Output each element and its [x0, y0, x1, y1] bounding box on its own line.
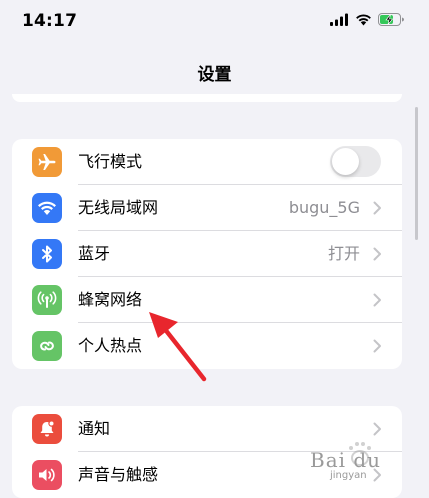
- bluetooth-icon: [32, 239, 62, 269]
- notifications-icon: [32, 414, 62, 444]
- previous-group-edge: [12, 94, 402, 102]
- cellular-signal-icon: [330, 13, 348, 26]
- watermark-text: Bai du: [310, 448, 382, 472]
- personal-hotspot-icon: [32, 331, 62, 361]
- status-icons: [330, 13, 405, 26]
- cellular-antenna-icon: [32, 285, 62, 315]
- settings-row-wifi[interactable]: 无线局域网 bugu_5G: [12, 185, 402, 231]
- notifications-label: 通知: [78, 419, 111, 438]
- sounds-haptics-label: 声音与触感: [78, 465, 159, 484]
- wifi-icon: [356, 14, 371, 26]
- scroll-indicator[interactable]: [415, 107, 418, 240]
- bluetooth-status-value: 打开: [327, 244, 360, 263]
- bluetooth-label: 蓝牙: [78, 244, 111, 263]
- page-title: 设置: [197, 65, 232, 85]
- toggle-knob: [332, 148, 359, 175]
- personal-hotspot-label: 个人热点: [78, 336, 143, 355]
- wifi-label: 无线局域网: [78, 198, 159, 217]
- chevron-right-icon: [373, 422, 381, 436]
- cellular-label: 蜂窝网络: [78, 290, 143, 309]
- settings-row-airplane-mode[interactable]: 飞行模式: [12, 139, 402, 185]
- status-time: 14:17: [22, 11, 78, 31]
- chevron-right-icon: [373, 293, 381, 307]
- watermark-subtext: jingyan: [330, 470, 367, 481]
- airplane-mode-label: 飞行模式: [78, 152, 143, 171]
- sound-icon: [32, 460, 62, 490]
- annotation-arrow: [149, 312, 207, 382]
- status-bar: 14:17: [0, 0, 429, 44]
- wifi-icon: [32, 193, 62, 223]
- navigation-bar: 设置: [0, 44, 429, 98]
- chevron-right-icon: [373, 201, 381, 215]
- wifi-network-value: bugu_5G: [288, 198, 360, 217]
- airplane-icon: [32, 147, 62, 177]
- airplane-mode-toggle[interactable]: [330, 146, 381, 177]
- battery-charging-icon: [378, 13, 404, 26]
- settings-row-bluetooth[interactable]: 蓝牙 打开: [12, 231, 402, 277]
- chevron-right-icon: [373, 339, 381, 353]
- chevron-right-icon: [373, 247, 381, 261]
